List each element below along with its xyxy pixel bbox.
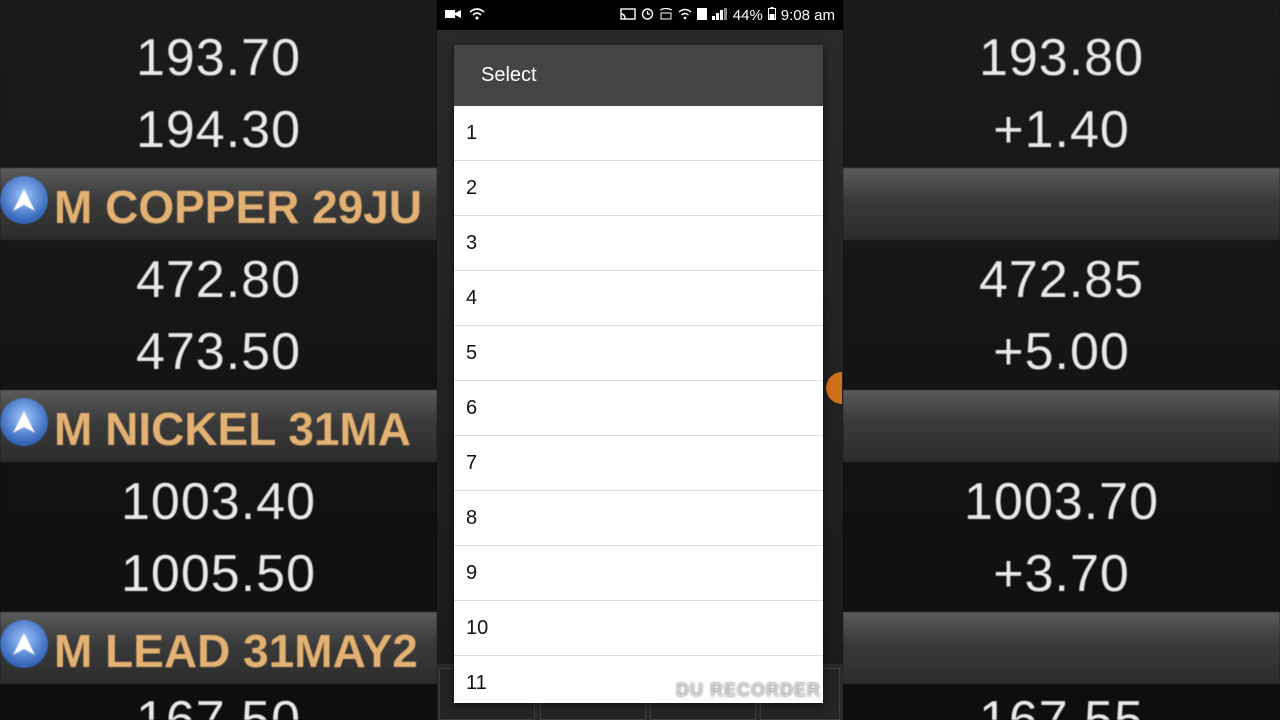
select-option-7[interactable]: 7 [454, 436, 823, 491]
select-option-6[interactable]: 6 [454, 381, 823, 436]
select-option-5[interactable]: 5 [454, 326, 823, 381]
bg-change: +5.00 [993, 323, 1130, 381]
options-list: 1 2 3 4 5 6 7 8 9 10 11 [454, 106, 823, 703]
camera-icon [650, 680, 670, 701]
status-bar: 44% 9:08 am [437, 0, 843, 30]
bg-symbol-band: M LEAD 31MAY2 [0, 612, 437, 684]
battery-icon [767, 6, 776, 24]
select-option-9[interactable]: 9 [454, 546, 823, 601]
dialog-title: Select [454, 45, 823, 106]
up-arrow-icon [0, 620, 48, 668]
bg-price: 193.80 [978, 29, 1145, 87]
wifi-icon [469, 7, 485, 24]
signal-icon [711, 7, 728, 24]
cast-icon [620, 7, 636, 24]
bg-price: 167.50 [135, 691, 302, 720]
volte-icon [659, 7, 673, 24]
du-recorder-watermark: DU RECORDER [650, 680, 821, 701]
bg-price: 472.85 [978, 251, 1145, 309]
bg-symbol-band [843, 612, 1280, 684]
bg-change: +1.40 [993, 101, 1130, 159]
select-option-8[interactable]: 8 [454, 491, 823, 546]
bg-price: 167.55 [978, 691, 1145, 720]
select-dialog: Select 1 2 3 4 5 6 7 8 9 10 11 [454, 45, 823, 703]
wifi-signal-icon [678, 7, 692, 24]
clock-time: 9:08 am [780, 6, 835, 24]
bg-price: 1003.70 [964, 473, 1159, 531]
select-option-2[interactable]: 2 [454, 161, 823, 216]
bg-symbol-name: M NICKEL 31MA [54, 403, 411, 455]
background-left-panel: 193.70 194.30 M COPPER 29JU 472.80 473.5… [0, 0, 437, 720]
up-arrow-icon [0, 398, 48, 446]
bg-price: 1003.40 [121, 473, 316, 531]
alarm-icon [641, 7, 654, 24]
bg-price: 1005.50 [121, 545, 316, 603]
data-saver-icon [696, 7, 707, 24]
background-right-panel: 193.80 +1.40 472.85 +5.00 1003.70 +3.70 … [843, 0, 1280, 720]
bg-price: 473.50 [135, 323, 302, 381]
bg-price: 472.80 [135, 251, 302, 309]
bg-change: +3.70 [993, 545, 1130, 603]
bg-symbol-name: M LEAD 31MAY2 [54, 625, 418, 677]
select-option-10[interactable]: 10 [454, 601, 823, 656]
bg-price: 194.30 [135, 101, 302, 159]
select-option-3[interactable]: 3 [454, 216, 823, 271]
bg-symbol-band: M COPPER 29JU [0, 168, 437, 240]
watermark-text: DU RECORDER [676, 680, 822, 700]
video-camera-icon [445, 7, 461, 24]
bg-symbol-band: M NICKEL 31MA [0, 390, 437, 462]
bg-symbol-band [843, 390, 1280, 462]
bg-symbol-band [843, 168, 1280, 240]
bg-symbol-name: M COPPER 29JU [54, 181, 423, 233]
select-option-4[interactable]: 4 [454, 271, 823, 326]
up-arrow-icon [0, 176, 48, 224]
battery-percent: 44% [732, 6, 763, 24]
bg-price: 193.70 [135, 29, 302, 87]
select-option-1[interactable]: 1 [454, 106, 823, 161]
